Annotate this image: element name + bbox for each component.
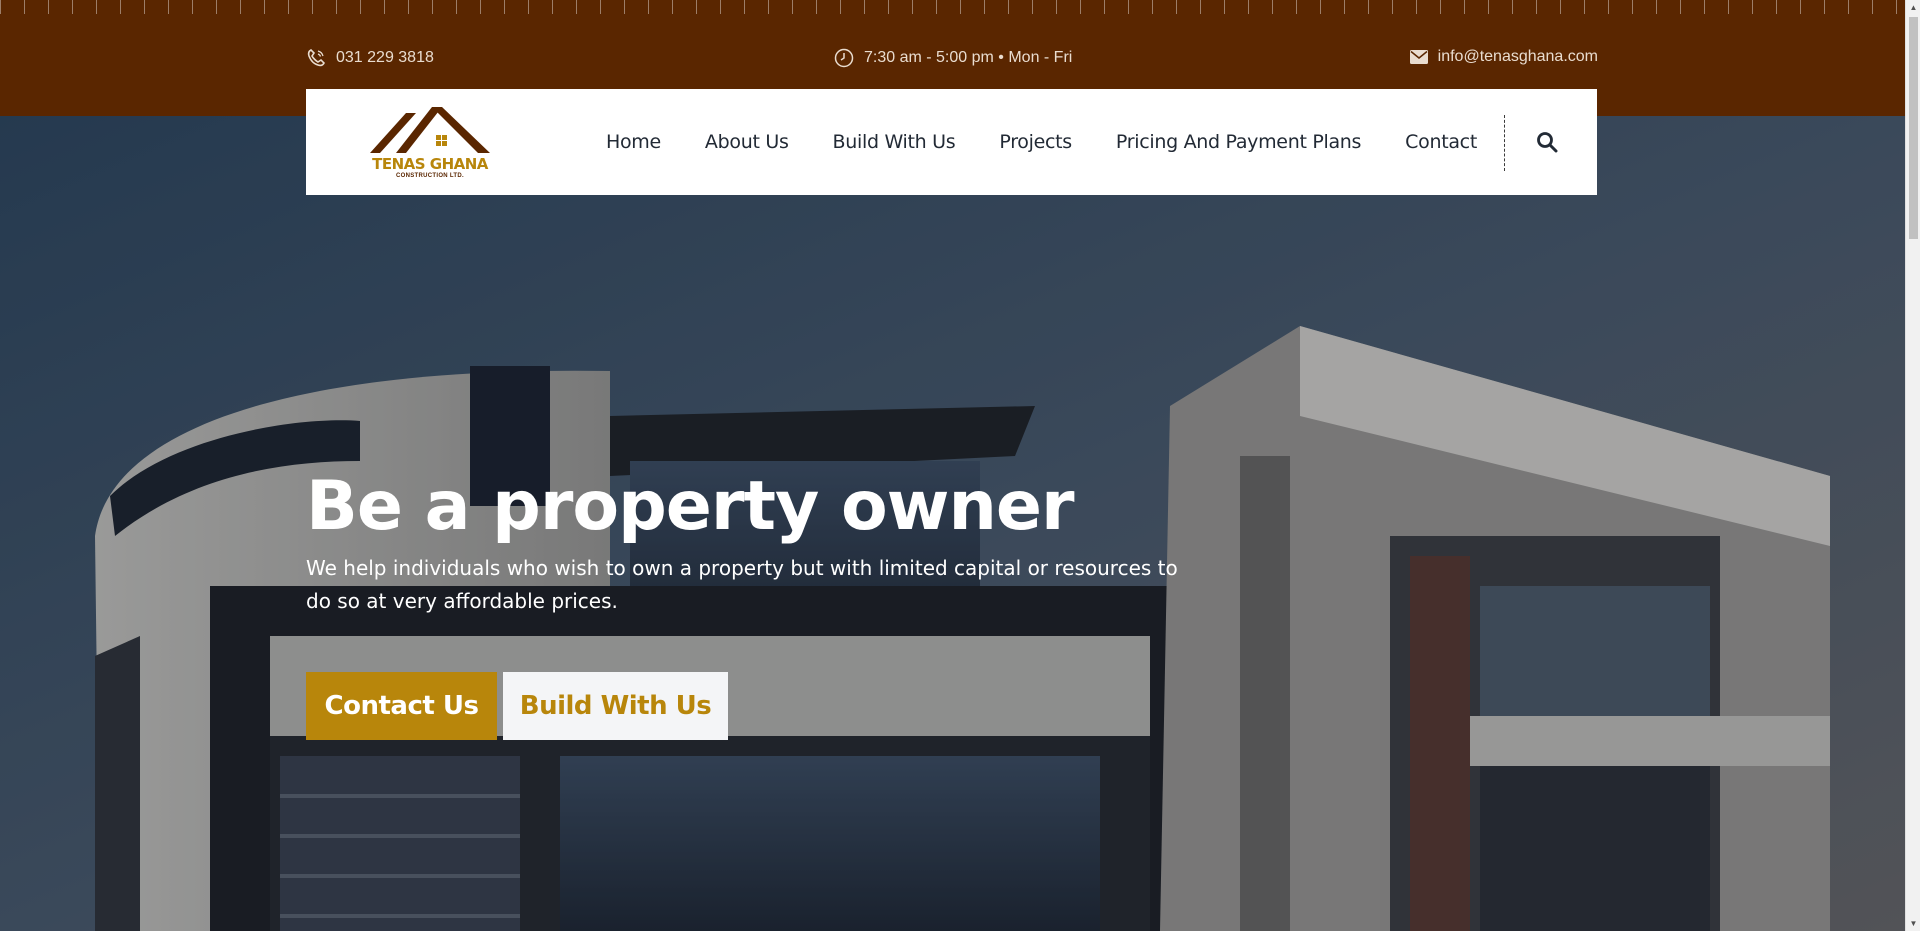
- nav-item-pricing[interactable]: Pricing And Payment Plans: [1116, 131, 1362, 153]
- decorative-ruler: [0, 0, 1905, 14]
- scroll-down-arrow-icon[interactable]: ▼: [1906, 916, 1920, 931]
- main-navigation: Home About Us Build With Us Projects Pri…: [606, 89, 1521, 195]
- envelope-icon: [1409, 50, 1428, 64]
- nav-item-build-with-us[interactable]: Build With Us: [833, 131, 956, 153]
- build-with-us-button[interactable]: Build With Us: [503, 672, 728, 740]
- nav-item-projects[interactable]: Projects: [999, 131, 1072, 153]
- nav-divider: [1504, 115, 1505, 171]
- house-roof-logo-icon: [370, 107, 490, 153]
- hero-subtitle: We help individuals who wish to own a pr…: [306, 556, 1178, 613]
- page-scrollbar[interactable]: ▲ ▼: [1905, 0, 1920, 931]
- business-hours: 7:30 am - 5:00 pm • Mon - Fri: [834, 48, 1072, 68]
- nav-item-home[interactable]: Home: [606, 131, 661, 153]
- search-button[interactable]: [1532, 127, 1562, 157]
- phone-icon: [306, 48, 326, 68]
- phone-number: 031 229 3818: [336, 49, 434, 66]
- clock-icon: [834, 48, 854, 68]
- contact-us-button[interactable]: Contact Us: [306, 672, 497, 740]
- hours-text: 7:30 am - 5:00 pm • Mon - Fri: [864, 49, 1073, 66]
- scroll-up-arrow-icon[interactable]: ▲: [1906, 0, 1920, 15]
- logo-subtitle: CONSTRUCTION LTD.: [396, 173, 464, 179]
- phone-contact[interactable]: 031 229 3818: [306, 48, 434, 68]
- email-address: info@tenasghana.com: [1437, 48, 1598, 65]
- nav-item-contact[interactable]: Contact: [1405, 131, 1477, 153]
- logo-name: TENAS GHANA: [372, 155, 488, 173]
- scrollbar-thumb[interactable]: [1909, 17, 1918, 239]
- search-icon: [1537, 132, 1558, 153]
- email-contact[interactable]: info@tenasghana.com: [1409, 48, 1598, 66]
- hero-title: Be a property owner: [306, 467, 1075, 546]
- header-navbar: TENAS GHANA CONSTRUCTION LTD. Home About…: [306, 89, 1597, 195]
- company-logo[interactable]: TENAS GHANA CONSTRUCTION LTD.: [366, 103, 494, 183]
- nav-item-about-us[interactable]: About Us: [705, 131, 789, 153]
